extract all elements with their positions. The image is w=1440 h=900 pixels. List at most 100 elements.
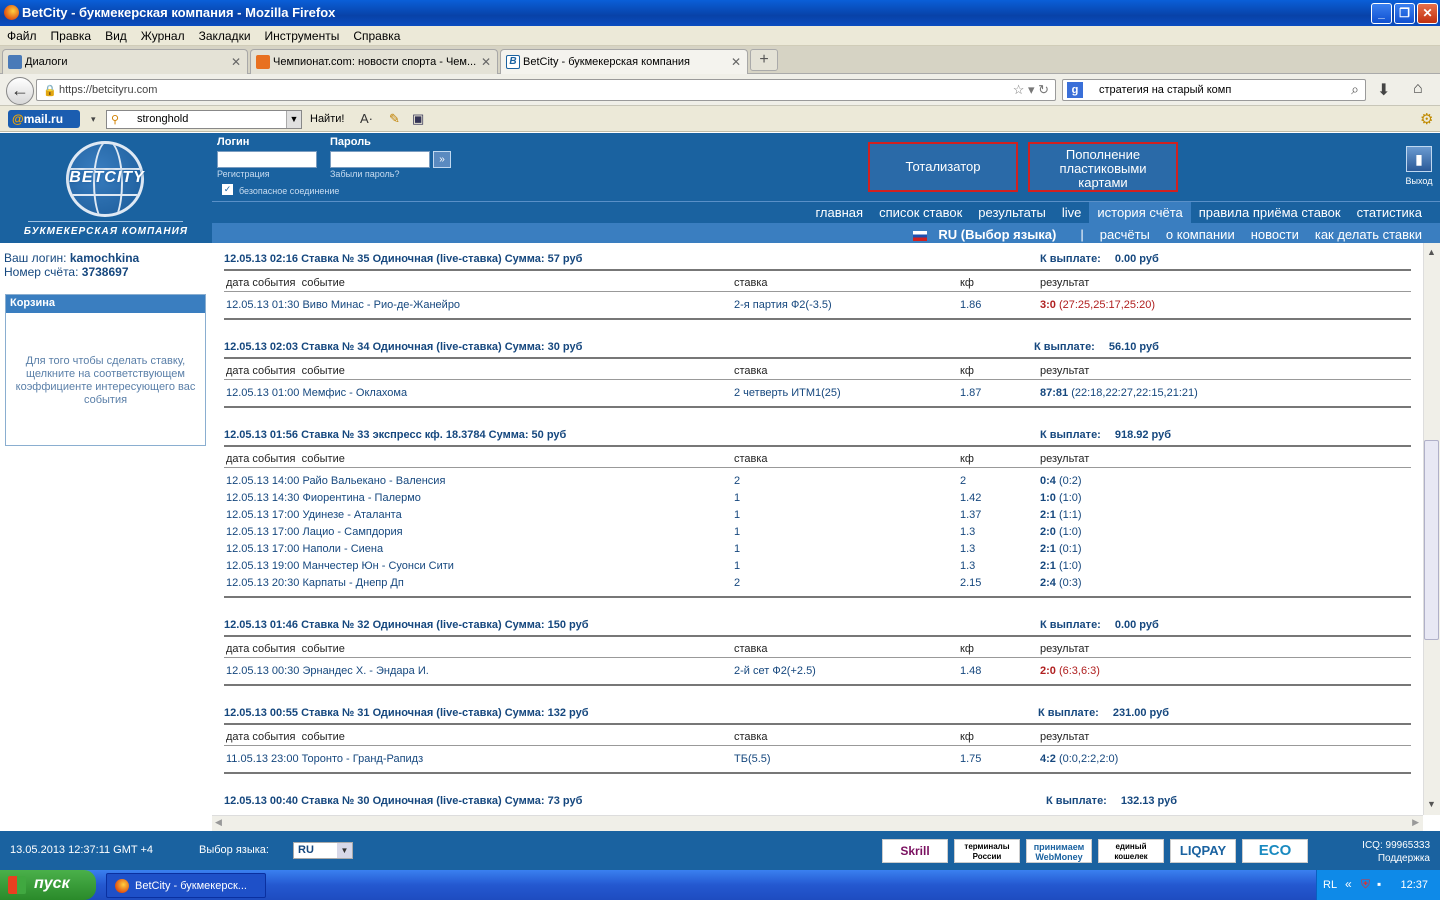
chevron-down-icon[interactable]: ▼ [286, 111, 301, 128]
downloads-icon[interactable]: ⬇ [1377, 80, 1390, 100]
footer-language-select[interactable]: RU ▼ [293, 842, 353, 859]
account-info: Ваш логин: kamochkina Номер счёта: 37386… [4, 251, 139, 279]
table-row-result: 1:0 (1:0) [1040, 492, 1082, 504]
table-row-event[interactable]: 12.05.13 17:00 Наполи - Сиена [226, 543, 383, 555]
mailru-dropdown-icon[interactable]: ▾ [91, 114, 96, 125]
menu-help[interactable]: Справка [346, 26, 407, 43]
register-link[interactable]: Регистрация [217, 169, 270, 179]
table-row-event[interactable]: 12.05.13 17:00 Лацио - Сампдория [226, 526, 403, 538]
betcity-logo[interactable]: BETCITY БУКМЕКЕРСКАЯ КОМПАНИЯ [0, 133, 212, 243]
nav-bet-list[interactable]: список ставок [871, 202, 970, 224]
skrill-logo[interactable]: Skrill [882, 839, 948, 863]
terminals-logo[interactable]: терминалы России [954, 839, 1020, 863]
exit-button[interactable]: ▮ Выход [1402, 146, 1436, 188]
url-bar[interactable]: 🔒 https://betcityru.com ☆ ▾ ↻ [36, 79, 1056, 101]
nav-rules[interactable]: правила приёма ставок [1191, 202, 1349, 224]
language-selector[interactable]: RU (Выбор языка) [905, 223, 1072, 242]
search-icon[interactable]: ⌕ [1351, 81, 1359, 98]
menu-edit[interactable]: Правка [44, 26, 99, 43]
webmoney-logo[interactable]: принимаем WebMoney [1026, 839, 1092, 863]
search-query: стратегия на старый комп [1099, 84, 1232, 96]
close-tab-icon[interactable]: ✕ [731, 55, 741, 69]
antivirus-icon[interactable]: ⛨ [1361, 877, 1370, 892]
scroll-up-icon[interactable]: ▲ [1427, 247, 1436, 257]
mailru-logo[interactable]: @mail.ru [8, 110, 80, 128]
nav-settlements[interactable]: расчёты [1092, 225, 1158, 242]
nav-about[interactable]: о компании [1158, 225, 1243, 242]
menu-file[interactable]: Файл [0, 26, 44, 43]
menu-history[interactable]: Журнал [134, 26, 192, 43]
close-window-button[interactable]: ✕ [1417, 3, 1438, 24]
liqpay-logo[interactable]: LIQPAY [1170, 839, 1236, 863]
minimize-button[interactable]: _ [1371, 3, 1392, 24]
close-tab-icon[interactable]: ✕ [231, 55, 241, 69]
menu-bookmarks[interactable]: Закладки [192, 26, 258, 43]
search-bar[interactable]: g стратегия на старый комп ⌕ [1062, 79, 1366, 101]
nav-live[interactable]: live [1054, 202, 1090, 224]
font-size-icon[interactable]: A· [360, 111, 373, 126]
screenshot-icon[interactable]: ▣ [412, 111, 424, 127]
login-submit-button[interactable]: » [433, 151, 451, 168]
scrollbar-thumb[interactable] [1424, 440, 1439, 640]
betcity-icon: B [506, 55, 520, 69]
tab-betcity[interactable]: B BetCity - букмекерская компания ✕ [500, 49, 748, 75]
start-button[interactable]: пуск [0, 870, 96, 900]
nav-results[interactable]: результаты [970, 202, 1054, 224]
password-input[interactable] [330, 151, 430, 168]
table-row-event[interactable]: 12.05.13 01:30 Виво Минас - Рио-де-Жаней… [226, 299, 460, 311]
table-row-event[interactable]: 12.05.13 17:00 Удинезе - Аталанта [226, 509, 402, 521]
scroll-left-icon[interactable]: ◀ [215, 817, 222, 828]
nav-how-to-bet[interactable]: как делать ставки [1307, 225, 1430, 242]
tab-championat[interactable]: Чемпионат.com: новости спорта - Чем... ✕ [250, 49, 498, 74]
bookmark-star-icon[interactable]: ☆ ▾ ↻ [1013, 82, 1049, 98]
mailru-search-input[interactable]: ⚲ stronghold ▼ [106, 110, 302, 129]
table-row-event[interactable]: 12.05.13 00:30 Эрнандес Х. - Эндара И. [226, 665, 429, 677]
safe-connection-checkbox[interactable]: ✓ [222, 184, 233, 195]
settings-gear-icon[interactable]: ⚙ [1420, 110, 1433, 128]
nav-account-history[interactable]: история счёта [1089, 202, 1191, 224]
col-event-label: событие [301, 277, 345, 289]
safely-remove-icon[interactable]: ▪ [1377, 877, 1381, 891]
nav-statistics[interactable]: статистика [1349, 202, 1430, 224]
close-tab-icon[interactable]: ✕ [481, 55, 491, 69]
table-row-event[interactable]: 11.05.13 23:00 Торонто - Гранд-Рапидз [226, 753, 423, 765]
maximize-button[interactable]: ❐ [1394, 3, 1415, 24]
table-row-event[interactable]: 12.05.13 14:00 Райо Вальекано - Валенсия [226, 475, 445, 487]
chevron-down-icon: ▼ [337, 843, 352, 858]
keyboard-layout[interactable]: RL [1323, 879, 1337, 891]
firefox-icon [115, 879, 129, 893]
wallet-one-logo[interactable]: единый кошелек [1098, 839, 1164, 863]
eco-logo[interactable]: ECO [1242, 839, 1308, 863]
card-topup-button[interactable]: Пополнение пластиковыми картами [1028, 142, 1178, 192]
nav-home[interactable]: главная [807, 202, 871, 224]
tray-arrow-icon[interactable]: « [1345, 877, 1352, 891]
totalizator-button[interactable]: Тотализатор [868, 142, 1018, 192]
menu-tools[interactable]: Инструменты [258, 26, 347, 43]
table-row-event[interactable]: 12.05.13 20:30 Карпаты - Днепр Дп [226, 577, 404, 589]
find-button[interactable]: Найти! [310, 113, 344, 125]
support-link[interactable]: Поддержка [1356, 852, 1430, 865]
table-row-event[interactable]: 12.05.13 14:30 Фиорентина - Палермо [226, 492, 421, 504]
scroll-right-icon[interactable]: ▶ [1412, 817, 1419, 828]
basket-hint: Для того чтобы сделать ставку, щелкните … [15, 355, 196, 406]
scroll-down-icon[interactable]: ▼ [1427, 799, 1436, 809]
result-detail: (27:25,25:17,25:20) [1058, 299, 1155, 311]
nav-news[interactable]: новости [1243, 225, 1307, 242]
account-number-caption: Номер счёта: [4, 265, 79, 279]
bet-footer-divider [224, 406, 1411, 408]
horizontal-scrollbar[interactable]: ◀ ▶ [212, 815, 1423, 831]
new-tab-button[interactable]: + [750, 49, 778, 71]
back-button[interactable]: ← [6, 77, 34, 105]
icq-number[interactable]: ICQ: 99965333 [1356, 839, 1430, 852]
table-row-event[interactable]: 12.05.13 19:00 Манчестер Юн - Суонси Сит… [226, 560, 454, 572]
highlighter-icon[interactable]: ✎ [389, 111, 400, 127]
result-score: 2:1 [1040, 560, 1056, 572]
menu-view[interactable]: Вид [98, 26, 134, 43]
table-row-event[interactable]: 12.05.13 01:00 Мемфис - Оклахома [226, 387, 407, 399]
home-icon[interactable]: ⌂ [1413, 80, 1423, 98]
table-row-bet: 1 [734, 492, 741, 504]
taskbar-firefox-item[interactable]: BetCity - букмекерск... [106, 873, 266, 898]
tab-dialogs[interactable]: Диалоги ✕ [2, 49, 248, 74]
forgot-password-link[interactable]: Забыли пароль? [330, 169, 399, 179]
login-input[interactable] [217, 151, 317, 168]
